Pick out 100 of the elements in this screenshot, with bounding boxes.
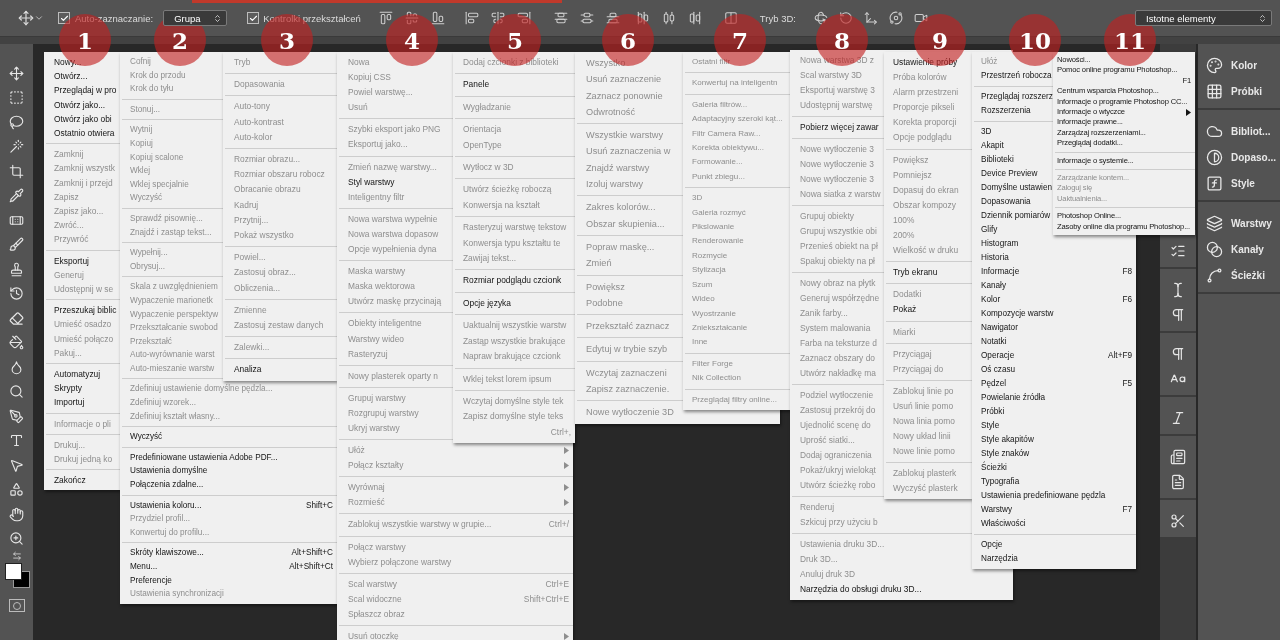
shapes-icon[interactable]: [9, 482, 24, 498]
align-left-icon[interactable]: [464, 11, 479, 25]
menu-item[interactable]: Akapit: [972, 139, 1004, 153]
crop-icon[interactable]: [9, 163, 24, 179]
pilcrow-icon[interactable]: [1170, 345, 1186, 362]
pilcrow-icon[interactable]: [1170, 306, 1186, 323]
menu-item[interactable]: Predefiniowane ustawienia Adobe PDF...: [120, 450, 278, 465]
menu-item[interactable]: Notatki: [972, 335, 1007, 349]
newspaper-icon[interactable]: [1170, 448, 1186, 465]
menu-item[interactable]: Przeszukaj biblic: [44, 303, 117, 318]
menu-item[interactable]: Style: [972, 419, 1000, 433]
menu-item[interactable]: Skrypty: [44, 381, 82, 396]
distribute-middle-icon[interactable]: [579, 11, 594, 25]
menu-item[interactable]: Styl warstwy: [337, 174, 395, 190]
document-icon[interactable]: [1170, 473, 1186, 490]
menu-item[interactable]: Rozszerzenia: [972, 104, 1031, 118]
panel-tab[interactable]: Dopaso...: [1198, 144, 1280, 170]
magic-wand-icon[interactable]: [9, 139, 24, 155]
move-3d-icon[interactable]: [863, 11, 878, 25]
menu-item[interactable]: Automatyzuj: [44, 367, 101, 382]
align-bottom-icon[interactable]: [430, 11, 445, 25]
menu-item[interactable]: Otwórz jako obi: [44, 111, 112, 126]
menu-item[interactable]: Style akapitów: [972, 433, 1034, 447]
menu-item[interactable]: Dopasowania: [972, 195, 1031, 209]
type-icon[interactable]: [9, 433, 24, 449]
menu-item[interactable]: Analiza: [223, 362, 262, 378]
rotate-3d-icon[interactable]: [813, 11, 828, 25]
menu-item[interactable]: Połączenia zdalne...: [120, 478, 204, 492]
distribute-right-icon[interactable]: [687, 11, 702, 25]
menu-item[interactable]: Próbki: [972, 405, 1005, 419]
pointer-icon[interactable]: [9, 457, 24, 473]
menu-item[interactable]: 3D: [972, 125, 992, 139]
magnifier-icon[interactable]: [9, 384, 24, 400]
menu-item[interactable]: Narzędzia do obsługi druku 3D...: [790, 582, 922, 597]
menu-item[interactable]: Histogram: [972, 237, 1019, 251]
distribute-top-icon[interactable]: [553, 11, 568, 25]
menu-item[interactable]: Przestrzeń robocza: [972, 69, 1052, 83]
menu-item[interactable]: Domyślne ustawien: [972, 181, 1052, 195]
select-field[interactable]: Grupa: [163, 10, 228, 26]
zoom-icon[interactable]: [9, 531, 24, 547]
distribute-bottom-icon[interactable]: [605, 11, 620, 25]
menu-item[interactable]: Glify: [972, 223, 998, 237]
panel-tab[interactable]: Kanały: [1198, 236, 1280, 262]
menu-item[interactable]: Przeglądaj rozszerz: [972, 90, 1053, 104]
align-middle-icon[interactable]: [404, 11, 419, 25]
workspace-select[interactable]: Istotne elementy: [1135, 10, 1272, 26]
menu-item[interactable]: Pobierz więcej zawar: [790, 120, 879, 135]
menu-item[interactable]: Opcje: [972, 538, 1003, 552]
menu-item[interactable]: Otwórz jako...: [44, 97, 106, 112]
menu-item[interactable]: Ustawienia predefiniowane pędzla: [972, 489, 1106, 503]
panel-tab[interactable]: Style: [1198, 170, 1280, 196]
marquee-icon[interactable]: [9, 90, 24, 106]
menu-item[interactable]: Ustawienia koloru... Shift+C: [120, 498, 337, 513]
menu-item[interactable]: Menu... Alt+Shift+Ct: [120, 560, 337, 574]
menu-item[interactable]: Warstwy F7: [972, 503, 1136, 517]
paint-bucket-icon[interactable]: [9, 335, 24, 351]
menu-item[interactable]: Dziennik pomiarów: [972, 209, 1051, 223]
checkbox[interactable]: [58, 12, 70, 24]
distribute-center-icon[interactable]: [661, 11, 676, 25]
menu-item[interactable]: Oś czasu: [972, 363, 1016, 377]
menu-item[interactable]: Informacje F8: [972, 265, 1136, 279]
history-brush-icon[interactable]: [9, 286, 24, 302]
menu-item[interactable]: Pędzel F5: [972, 377, 1136, 391]
video-icon[interactable]: [913, 11, 928, 25]
menu-item[interactable]: Ścieżki: [972, 461, 1007, 475]
panel-tab[interactable]: Ścieżki: [1198, 262, 1280, 288]
caret-icon[interactable]: [34, 13, 44, 23]
panel-tab[interactable]: Bibliot...: [1198, 118, 1280, 144]
panel-tab[interactable]: Warstwy: [1198, 210, 1280, 236]
eraser-icon[interactable]: [9, 310, 24, 326]
move-tool-icon[interactable]: [9, 65, 24, 81]
align-top-icon[interactable]: [378, 11, 393, 25]
panel-tab[interactable]: Próbki: [1198, 78, 1280, 104]
distribute-left-icon[interactable]: [635, 11, 650, 25]
move-tool-icon[interactable]: [18, 10, 34, 26]
menu-item[interactable]: Biblioteki: [972, 153, 1014, 167]
menu-item[interactable]: Preferencje: [120, 573, 172, 588]
menu-item[interactable]: Ustawienia domyślne: [120, 464, 208, 479]
align-right-icon[interactable]: [516, 11, 531, 25]
menu-item[interactable]: Wyczyść: [120, 430, 163, 444]
color-swatch-drawing[interactable]: [4, 563, 29, 587]
menu-item[interactable]: Przeglądaj w pro: [44, 83, 117, 98]
menu-item[interactable]: Tryb ekranu: [884, 265, 938, 281]
menu-item[interactable]: Typografia: [972, 475, 1020, 489]
menu-item[interactable]: Ostatnio otwiera: [44, 126, 115, 141]
menu-item[interactable]: Powielanie źródła: [972, 391, 1046, 405]
menu-item[interactable]: Historia: [972, 251, 1009, 265]
menu-item[interactable]: Kompozycje warstw: [972, 307, 1054, 321]
droplet-icon[interactable]: [9, 359, 24, 375]
lasso-icon[interactable]: [9, 114, 24, 130]
brush-icon[interactable]: [9, 237, 24, 253]
menu-item[interactable]: Właściwości: [972, 517, 1026, 531]
hand-icon[interactable]: [9, 506, 24, 522]
swap-icon[interactable]: [11, 551, 22, 561]
menu-item[interactable]: Skróty klawiszowe... Alt+Shift+C: [120, 546, 337, 560]
menu-item[interactable]: Rozmiar podglądu czcionk: [453, 273, 562, 289]
align-center-icon[interactable]: [490, 11, 505, 25]
columns-icon[interactable]: [723, 11, 738, 25]
scissors-icon[interactable]: [1170, 512, 1186, 529]
eyedropper-icon[interactable]: [9, 188, 24, 204]
